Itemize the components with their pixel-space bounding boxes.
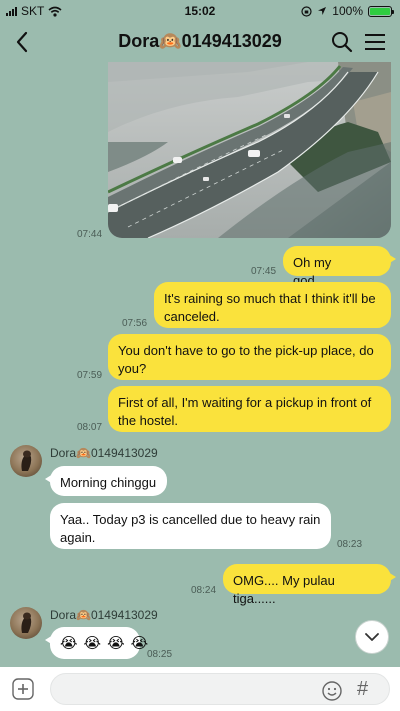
my-message-bubble[interactable]: Oh my god....... [283,246,396,288]
emoji-icon[interactable] [321,680,343,702]
search-icon[interactable] [330,30,354,54]
other-message-bubble[interactable]: Yaa.. Today p3 is cancelled due to heavy… [50,503,331,549]
sender-name: Dora🙉0149413029 [50,446,158,460]
message-text: First of all, I'm waiting for a pickup i… [118,395,372,428]
other-message-bubble[interactable]: Morning chinggu [45,466,167,496]
sender-name: Dora🙉0149413029 [50,608,158,622]
plus-icon[interactable] [11,677,35,701]
crying-emoji: 😭 [60,635,78,652]
message-time: 08:24 [191,585,217,596]
message-time: 07:59 [77,370,103,381]
message-time: 07:56 [122,318,148,329]
hamburger-menu-icon[interactable] [362,30,388,54]
message-time: 08:23 [337,539,363,550]
message-time: 08:07 [77,422,103,433]
message-text: OMG.... My pulau tiga...... [233,573,335,606]
my-message-bubble[interactable]: You don't have to go to the pick-up plac… [108,334,391,380]
message-text: Yaa.. Today p3 is cancelled due to heavy… [60,512,321,545]
crying-emoji: 😭 [107,635,125,652]
emoji-row: 😭 😭 😭 😭 [60,635,148,653]
message-time: 07:44 [77,229,103,240]
other-message-bubble[interactable]: 😭 😭 😭 😭 [45,627,148,659]
status-right: 100% [301,4,394,18]
avatar[interactable] [10,445,42,477]
message-text: It's raining so much that I think it'll … [164,291,376,324]
message-text: Morning chinggu [60,475,157,490]
location-icon [318,7,327,15]
crying-emoji: 😭 [83,635,102,652]
battery-percent: 100% [332,4,363,18]
my-message-bubble[interactable]: First of all, I'm waiting for a pickup i… [108,386,391,432]
battery-fill [370,7,390,15]
hashtag-button[interactable]: # [357,677,368,701]
crying-emoji: 😭 [130,635,149,652]
scroll-to-bottom-button[interactable] [355,620,389,654]
my-message-bubble[interactable]: OMG.... My pulau tiga...... [223,564,396,606]
message-time: 08:25 [147,649,173,660]
highway-rain-image [108,62,391,238]
shared-photo[interactable] [108,62,391,238]
message-input-bar: # [0,667,400,711]
chevron-down-icon [365,633,379,641]
message-time: 07:45 [251,266,277,277]
avatar[interactable] [10,607,42,639]
status-bar: SKT 15:02 100% [0,0,400,22]
message-text: You don't have to go to the pick-up plac… [118,343,374,376]
orientation-lock-icon [301,5,312,17]
chat-header: Dora🙉0149413029 [0,22,400,62]
my-message-bubble[interactable]: It's raining so much that I think it'll … [154,282,391,328]
battery-icon [368,5,394,17]
profile-photo [21,612,32,633]
profile-photo [21,450,32,471]
